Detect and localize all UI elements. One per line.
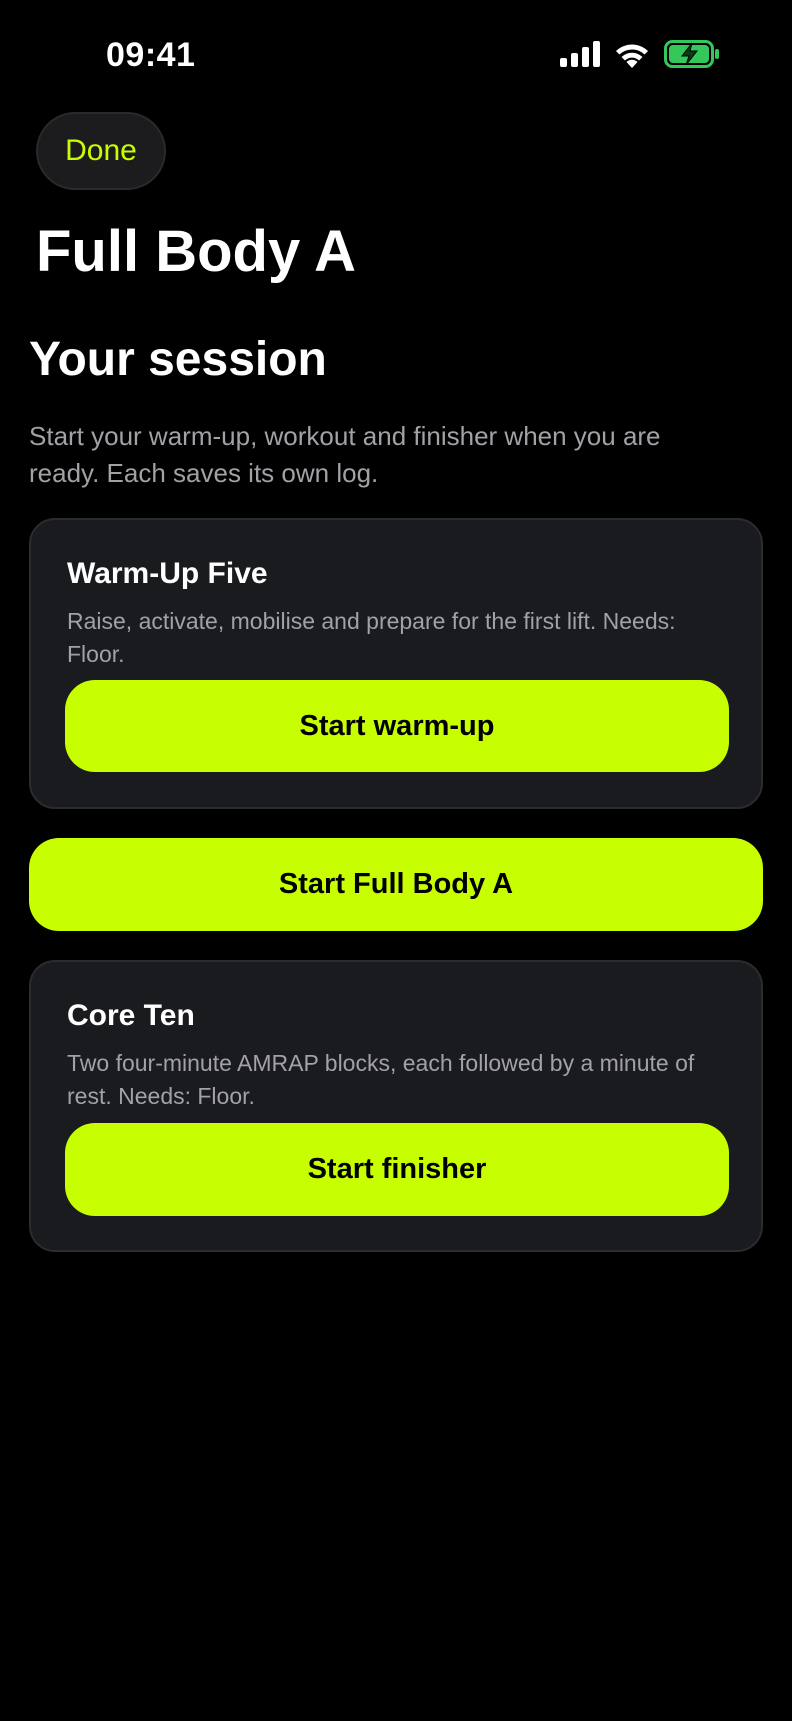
battery-charging-icon [664, 40, 719, 68]
start-finisher-button[interactable]: Start finisher [65, 1123, 729, 1216]
status-icons [560, 40, 720, 68]
start-workout-button[interactable]: Start Full Body A [29, 838, 763, 931]
status-time: 09:41 [106, 36, 196, 74]
warmup-card: Warm-Up Five Raise, activate, mobilise a… [29, 518, 763, 809]
warmup-description: Raise, activate, mobilise and prepare fo… [67, 608, 676, 667]
finisher-title: Core Ten [67, 999, 195, 1032]
status-bar: 09:41 [0, 0, 792, 110]
finisher-card: Core Ten Two four-minute AMRAP blocks, e… [29, 960, 763, 1252]
page-title: Full Body A [36, 219, 357, 284]
finisher-description: Two four-minute AMRAP blocks, each follo… [67, 1050, 695, 1109]
session-description: Start your warm-up, workout and finisher… [29, 421, 661, 488]
session-heading: Your session [29, 333, 327, 386]
signal-icon [560, 41, 600, 67]
done-button[interactable]: Done [36, 112, 166, 190]
start-warmup-button[interactable]: Start warm-up [65, 680, 729, 772]
wifi-icon [616, 44, 648, 68]
warmup-title: Warm-Up Five [67, 557, 268, 590]
